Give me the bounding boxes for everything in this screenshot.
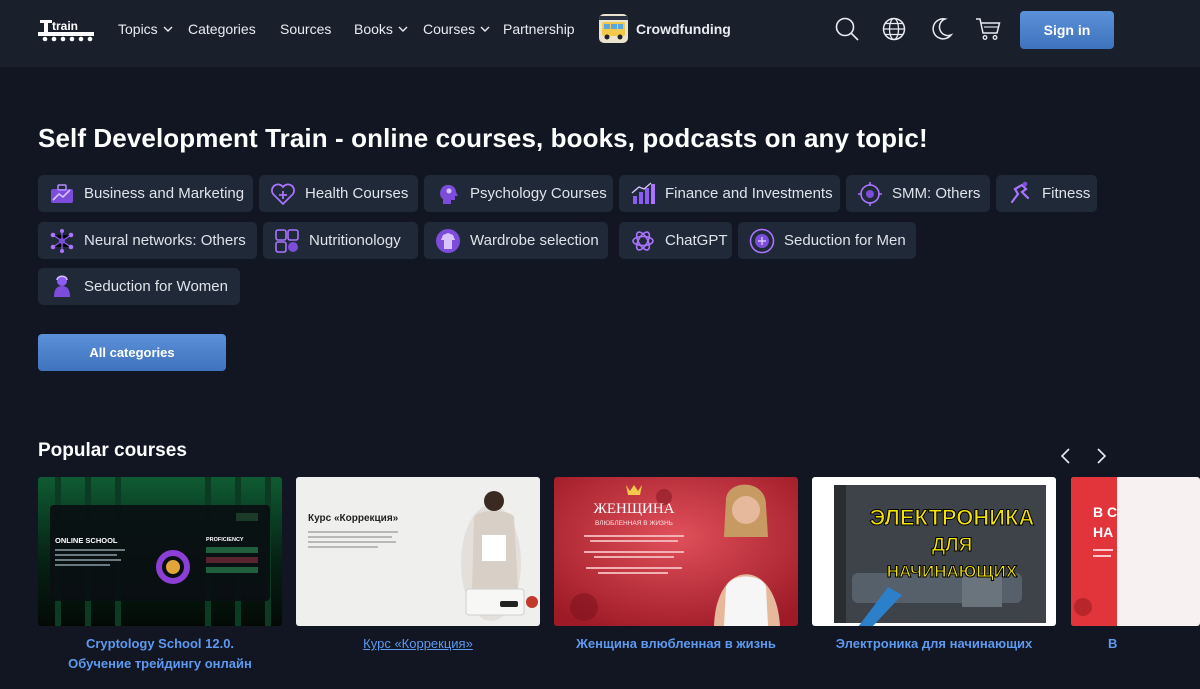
- category-label: Neural networks: Others: [84, 232, 246, 249]
- category-label: Health Courses: [305, 185, 409, 202]
- chatgpt-icon: [632, 230, 654, 251]
- nutrition-icon: [275, 228, 299, 253]
- finance-chart-icon: [631, 181, 655, 204]
- nav-books-label: Books: [354, 21, 393, 37]
- category-label: Seduction for Women: [84, 278, 228, 295]
- nav-topics[interactable]: Topics: [118, 0, 173, 58]
- svg-text:ВЛЮБЛЕННАЯ В ЖИЗНЬ: ВЛЮБЛЕННАЯ В ЖИЗНЬ: [595, 520, 673, 527]
- category-chip-nutritionology[interactable]: Nutritionology: [263, 222, 418, 259]
- nav-crowdfunding[interactable]: Crowdfunding: [636, 0, 731, 58]
- category-chip-seduction-women[interactable]: Seduction for Women: [38, 268, 240, 305]
- seduction-women-icon: [54, 275, 70, 297]
- nav-partnership-label: Partnership: [503, 21, 575, 37]
- svg-text:ДЛЯ: ДЛЯ: [932, 535, 973, 556]
- seduction-men-icon: [749, 228, 775, 253]
- head-icon: [440, 184, 458, 204]
- category-label: Wardrobe selection: [470, 232, 599, 249]
- category-label: Finance and Investments: [665, 185, 833, 202]
- category-label: Fitness: [1042, 185, 1091, 202]
- site-logo[interactable]: train: [38, 18, 96, 42]
- category-chip-fitness[interactable]: Fitness: [996, 175, 1097, 212]
- carousel-next-arrow-icon[interactable]: [1092, 447, 1110, 465]
- cart-icon[interactable]: [975, 16, 1001, 42]
- globe-icon[interactable]: [881, 16, 907, 42]
- course-card-image[interactable]: В С НА: [1071, 477, 1200, 626]
- category-chip-chatgpt[interactable]: ChatGPT: [619, 222, 732, 259]
- category-chip-seduction-men[interactable]: Seduction for Men: [738, 222, 916, 259]
- wardrobe-icon: [436, 228, 460, 253]
- category-chip-psychology[interactable]: Psychology Courses: [424, 175, 613, 212]
- nav-sources-label: Sources: [280, 21, 332, 37]
- course-card-title[interactable]: Cryptology School 12.0. Обучение трейдин…: [38, 634, 282, 674]
- category-chip-smm[interactable]: SMM: Others: [846, 175, 990, 212]
- fitness-icon: [1010, 181, 1030, 203]
- crowdfunding-bus-icon[interactable]: [599, 14, 628, 43]
- nav-crowdfunding-label: Crowdfunding: [636, 21, 731, 37]
- svg-text:PROFICIENCY: PROFICIENCY: [206, 537, 244, 543]
- nav-books[interactable]: Books: [354, 0, 408, 58]
- svg-text:train: train: [52, 19, 78, 33]
- search-icon[interactable]: [834, 16, 860, 42]
- nav-topics-label: Topics: [118, 21, 158, 37]
- category-label: Nutritionology: [309, 232, 401, 249]
- svg-text:ЖЕНЩИНА: ЖЕНЩИНА: [593, 501, 674, 517]
- heart-plus-icon: [271, 183, 295, 205]
- train-logo-icon: train: [38, 19, 94, 42]
- svg-text:Курс «Коррекция»: Курс «Коррекция»: [308, 513, 399, 524]
- all-categories-button[interactable]: All categories: [38, 334, 226, 371]
- chevron-down-icon: [480, 26, 490, 32]
- svg-text:ЭЛЕКТРОНИКА: ЭЛЕКТРОНИКА: [870, 505, 1035, 530]
- category-label: SMM: Others: [892, 185, 981, 202]
- chevron-down-icon: [398, 26, 408, 32]
- category-chip-business[interactable]: Business and Marketing: [38, 175, 253, 212]
- category-label: ChatGPT: [665, 232, 728, 249]
- chevron-down-icon: [163, 26, 173, 32]
- category-chip-neural-networks[interactable]: Neural networks: Others: [38, 222, 257, 259]
- course-card-title[interactable]: Курс «Коррекция»: [296, 634, 540, 654]
- svg-text:НАЧИНАЮЩИХ: НАЧИНАЮЩИХ: [887, 562, 1018, 581]
- nav-courses-label: Courses: [423, 21, 476, 37]
- nav-categories[interactable]: Categories: [188, 0, 256, 58]
- nav-partnership[interactable]: Partnership: [503, 0, 575, 58]
- course-card-image[interactable]: ЭЛЕКТРОНИКА ДЛЯ НАЧИНАЮЩИХ: [812, 477, 1056, 626]
- sign-in-button[interactable]: Sign in: [1020, 11, 1114, 49]
- neural-network-icon: [50, 228, 74, 253]
- category-chip-health[interactable]: Health Courses: [259, 175, 418, 212]
- carousel-prev-arrow-icon[interactable]: [1057, 447, 1075, 465]
- moon-icon[interactable]: [928, 16, 954, 42]
- course-card-image[interactable]: ONLINE SCHOOL PROFICIENCY: [38, 477, 282, 626]
- category-label: Psychology Courses: [470, 185, 607, 202]
- smm-icon: [858, 181, 882, 206]
- course-title-line: Cryptology School 12.0.: [85, 636, 235, 651]
- nav-categories-label: Categories: [188, 21, 256, 37]
- course-card-title[interactable]: Женщина влюбленная в жизнь: [554, 634, 798, 654]
- category-label: Seduction for Men: [784, 232, 906, 249]
- nav-sources[interactable]: Sources: [280, 0, 331, 58]
- course-title-line: Обучение трейдингу онлайн: [68, 656, 252, 671]
- course-card-image[interactable]: ЖЕНЩИНА ВЛЮБЛЕННАЯ В ЖИЗНЬ: [554, 477, 798, 626]
- course-card-image[interactable]: Курс «Коррекция»: [296, 477, 540, 626]
- page-headline: Self Development Train - online courses,…: [38, 123, 928, 153]
- business-icon: [51, 183, 73, 203]
- category-chip-wardrobe[interactable]: Wardrobe selection: [424, 222, 608, 259]
- svg-text:ONLINE SCHOOL: ONLINE SCHOOL: [55, 536, 118, 545]
- nav-courses[interactable]: Courses: [423, 0, 490, 58]
- category-chip-finance[interactable]: Finance and Investments: [619, 175, 840, 212]
- svg-text:В С: В С: [1093, 504, 1117, 520]
- course-card-title[interactable]: Электроника для начинающих: [812, 634, 1056, 654]
- svg-text:НА: НА: [1093, 524, 1113, 540]
- popular-courses-title: Popular courses: [38, 440, 187, 461]
- course-card-title[interactable]: В: [1071, 634, 1200, 654]
- category-label: Business and Marketing: [84, 185, 245, 202]
